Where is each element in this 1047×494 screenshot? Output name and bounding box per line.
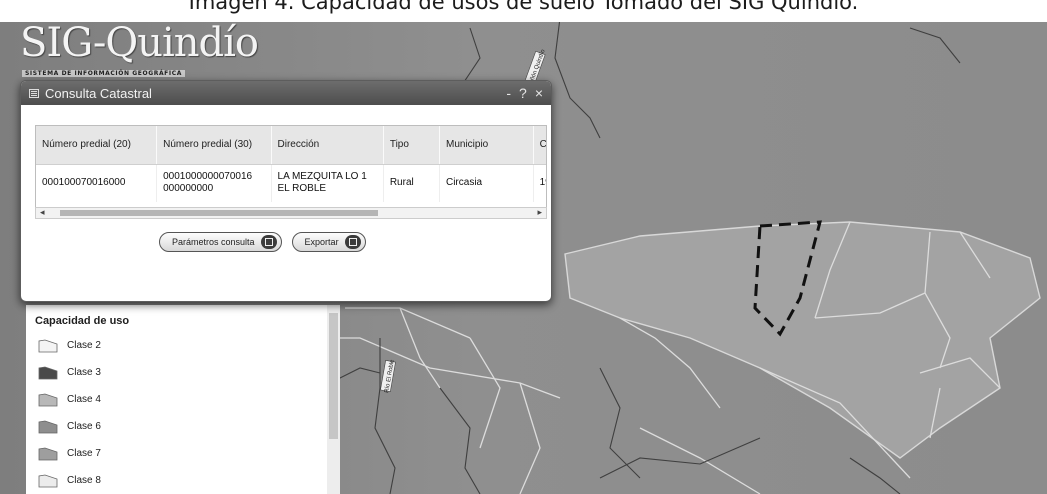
- legend-item: Clase 7: [38, 440, 101, 467]
- table-row[interactable]: 000100070016000 0001000000070016 0000000…: [36, 164, 546, 202]
- query-parameters-button[interactable]: Parámetros consulta: [159, 232, 282, 252]
- legend-item: Clase 3: [38, 359, 101, 386]
- table-horizontal-scrollbar[interactable]: ◂ ▸: [35, 207, 547, 219]
- figure-caption: Imagen 4. Capacidad de usos de suelo Tom…: [0, 0, 1047, 22]
- legend-swatch-icon: [38, 447, 58, 461]
- table-cell: LA MEZQUITA LO 1 EL ROBLE: [271, 164, 384, 202]
- legend-swatch-icon: [38, 420, 58, 434]
- column-header[interactable]: Dirección: [271, 126, 384, 165]
- legend-scrollbar[interactable]: [327, 305, 340, 494]
- table-cell: 000100070016000: [36, 164, 158, 202]
- results-table-container: Número predial (20) Número predial (30) …: [35, 125, 547, 208]
- export-label: Exportar: [304, 237, 339, 247]
- legend-item: Clase 4: [38, 386, 101, 413]
- results-table: Número predial (20) Número predial (30) …: [36, 126, 546, 202]
- table-icon: [29, 88, 39, 98]
- dialog-title: Consulta Catastral: [45, 85, 152, 101]
- legend-item-label: Clase 4: [67, 394, 101, 405]
- scroll-left-arrow-icon[interactable]: ◂: [40, 207, 45, 218]
- legend-swatch-icon: [38, 393, 58, 407]
- legend-item-label: Clase 6: [67, 421, 101, 432]
- export-icon: [344, 235, 361, 249]
- dialog-actions: Parámetros consulta Exportar: [159, 232, 366, 252]
- legend-item: Clase 8: [38, 467, 101, 494]
- scrollbar-thumb[interactable]: [60, 210, 378, 216]
- legend-swatch-icon: [38, 366, 58, 380]
- open-icon: [260, 235, 277, 249]
- scroll-right-arrow-icon[interactable]: ▸: [537, 207, 542, 218]
- app-logo: SIG-Quindío SISTEMA DE INFORMACIÓN GEOGR…: [18, 20, 264, 78]
- column-header[interactable]: Cód. Muni: [533, 126, 546, 165]
- logo-title: SIG-Quindío: [20, 20, 259, 66]
- column-header[interactable]: Municipio: [439, 126, 534, 165]
- help-button[interactable]: ?: [519, 85, 527, 101]
- logo-subtitle: SISTEMA DE INFORMACIÓN GEOGRÁFICA: [22, 70, 185, 77]
- window-controls: - ? ×: [506, 85, 543, 101]
- legend-item-label: Clase 2: [67, 340, 101, 351]
- query-parameters-label: Parámetros consulta: [172, 237, 255, 247]
- legend-item-label: Clase 8: [67, 475, 101, 486]
- table-cell: Rural: [383, 164, 440, 202]
- close-button[interactable]: ×: [535, 85, 543, 101]
- legend-item-label: Clase 7: [67, 448, 101, 459]
- legend-item: Clase 6: [38, 413, 101, 440]
- minimize-button[interactable]: -: [506, 85, 511, 101]
- table-cell: 0001000000070016 000000000: [156, 164, 272, 202]
- legend-title: Capacidad de uso: [35, 315, 130, 327]
- cadastral-query-dialog: Consulta Catastral - ? × Número predial …: [20, 80, 552, 302]
- table-cell: Circasia: [439, 164, 534, 202]
- legend-item-label: Clase 3: [67, 367, 101, 378]
- table-cell: 190: [533, 164, 546, 202]
- legend-swatch-icon: [38, 474, 58, 488]
- column-header[interactable]: Número predial (30): [156, 126, 272, 165]
- legend-list: Clase 2 Clase 3 Clase 4 Clase 6 Clase 7 Clase…: [38, 332, 101, 494]
- column-header[interactable]: Tipo: [383, 126, 440, 165]
- column-header[interactable]: Número predial (20): [36, 126, 158, 165]
- export-button[interactable]: Exportar: [291, 232, 366, 252]
- legend-panel: Capacidad de uso Clase 2 Clase 3 Clase 4 Cl…: [26, 305, 340, 494]
- legend-swatch-icon: [38, 339, 58, 353]
- legend-item: Clase 2: [38, 332, 101, 359]
- legend-scrollbar-thumb[interactable]: [329, 313, 338, 439]
- table-header-row: Número predial (20) Número predial (30) …: [36, 126, 546, 165]
- dialog-titlebar[interactable]: Consulta Catastral - ? ×: [21, 81, 551, 105]
